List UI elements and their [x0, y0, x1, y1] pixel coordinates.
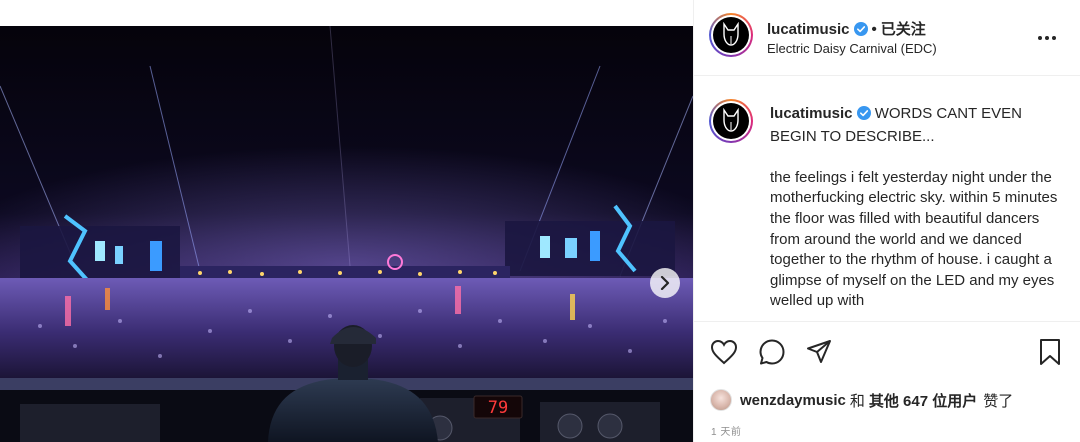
comment-button[interactable] [757, 337, 787, 367]
post-actions: wenzdaymusic 和 其他 647 位用户 赞了 1 天前 [694, 321, 1080, 441]
other-likers-link[interactable]: 其他 647 位用户 [869, 390, 977, 411]
post-header: lucatimusic • 已关注 Electric Daisy Carnival … [694, 0, 1080, 76]
likes-joiner: 和 [849, 392, 865, 410]
next-photo-button[interactable] [650, 268, 680, 298]
paper-plane-icon [807, 340, 831, 363]
heart-icon [710, 339, 738, 365]
share-button[interactable] [804, 337, 834, 367]
bookmark-icon [1040, 339, 1060, 365]
more-options-button[interactable] [1032, 28, 1062, 48]
save-button[interactable] [1035, 337, 1065, 367]
chevron-right-icon [660, 276, 670, 290]
verified-badge-icon [853, 22, 868, 40]
caption-body: WORDS CANT EVEN BEGIN TO DESCRIBE... the… [770, 105, 1058, 310]
follow-status-button[interactable]: 已关注 [881, 21, 926, 38]
liker-avatar[interactable] [710, 389, 732, 411]
cat-logo-icon [723, 108, 739, 132]
likes-suffix: 赞了 [983, 392, 1014, 410]
more-options-icon [1038, 36, 1056, 40]
caption-username[interactable]: lucatimusic [770, 105, 853, 122]
cat-logo-icon [723, 22, 739, 46]
post-timestamp[interactable]: 1 天前 [711, 423, 741, 438]
header-author-line: lucatimusic • 已关注 [767, 18, 926, 40]
festival-photo: 79 [0, 26, 693, 442]
post-media[interactable]: 79 [0, 26, 693, 442]
instagram-post-view: 79 lucatimusic • 已关注 Electric Daisy Carn… [0, 0, 1080, 442]
author-username[interactable]: lucatimusic [767, 21, 850, 38]
author-avatar[interactable] [709, 13, 753, 57]
top-background [0, 0, 693, 26]
post-caption: lucatimusic WORDS CANT EVEN BEGIN TO DES… [770, 104, 1070, 312]
caption-author-avatar[interactable] [709, 99, 753, 143]
verified-badge-icon [856, 106, 871, 127]
dot-separator: • [871, 21, 877, 38]
cdj-display-readout: 79 [488, 398, 508, 418]
like-button[interactable] [709, 337, 739, 367]
post-location-link[interactable]: Electric Daisy Carnival (EDC) [767, 41, 937, 56]
post-details-panel: lucatimusic • 已关注 Electric Daisy Carnival … [693, 0, 1080, 442]
likes-summary: wenzdaymusic 和 其他 647 位用户 赞了 [710, 387, 1013, 413]
liker-username[interactable]: wenzdaymusic [740, 392, 846, 409]
comment-icon [759, 339, 785, 365]
comments-area[interactable]: lucatimusic WORDS CANT EVEN BEGIN TO DES… [694, 77, 1080, 320]
